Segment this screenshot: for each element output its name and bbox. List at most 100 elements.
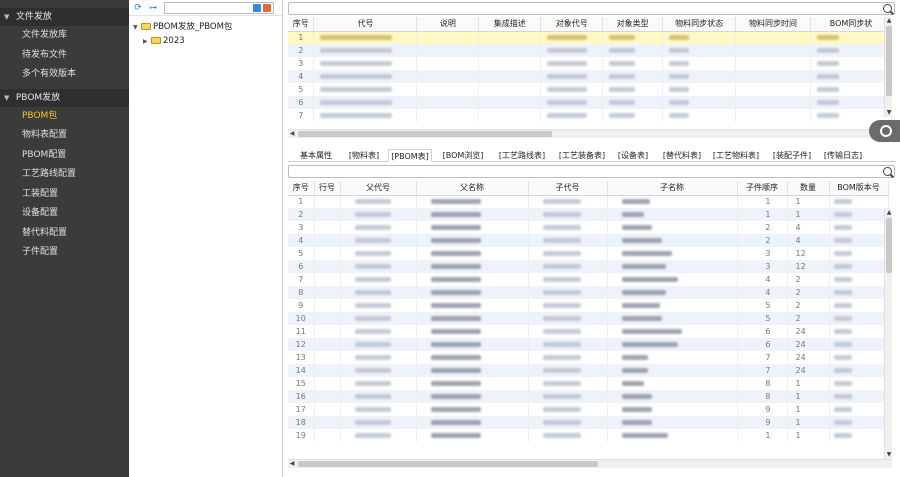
table-cell[interactable]	[607, 429, 738, 442]
child-sequence-cell[interactable]: 3	[737, 260, 788, 273]
bom-version-cell[interactable]	[829, 403, 889, 416]
table-cell[interactable]	[662, 70, 737, 83]
bom-version-cell[interactable]	[829, 312, 889, 325]
quantity-cell[interactable]: 1	[787, 377, 830, 390]
table-row[interactable]: 14 7 24	[288, 364, 889, 377]
nav-group-file-release[interactable]: ▼ 文件发放	[0, 8, 129, 26]
child-sequence-cell[interactable]: 1	[737, 208, 788, 221]
column-header[interactable]: BOM版本号	[829, 181, 889, 196]
nav-item-pending-files[interactable]: 待发布文件	[0, 46, 129, 66]
table-cell[interactable]	[340, 325, 417, 338]
line-number-cell[interactable]	[314, 195, 341, 208]
line-number-cell[interactable]	[314, 260, 341, 273]
table-cell[interactable]	[340, 338, 417, 351]
table-cell[interactable]	[528, 195, 608, 208]
table-cell[interactable]	[478, 57, 542, 70]
column-header[interactable]: BOM同步状	[810, 17, 892, 32]
chevron-down-icon[interactable]: ▼	[133, 22, 141, 34]
bom-version-cell[interactable]	[829, 208, 889, 221]
table-cell[interactable]	[528, 299, 608, 312]
bom-version-cell[interactable]	[829, 325, 889, 338]
child-sequence-cell[interactable]: 4	[737, 273, 788, 286]
table-cell[interactable]	[607, 390, 738, 403]
nav-item-child-config[interactable]: 子件配置	[0, 243, 129, 263]
column-header[interactable]: 物料同步状态	[662, 17, 737, 32]
table-cell[interactable]	[607, 208, 738, 221]
nav-item-material-config[interactable]: 物料表配置	[0, 126, 129, 146]
table-cell[interactable]	[416, 221, 529, 234]
scroll-thumb[interactable]	[886, 218, 892, 273]
table-cell[interactable]	[607, 247, 738, 260]
column-header[interactable]: 序号	[288, 181, 315, 196]
table-cell[interactable]	[416, 260, 529, 273]
tab-2[interactable]: [PBOM表]	[388, 149, 432, 162]
table-cell[interactable]	[540, 31, 604, 44]
tab-7[interactable]: [替代料表]	[660, 149, 704, 162]
table-cell[interactable]	[340, 286, 417, 299]
refresh-icon[interactable]: ⟳	[133, 3, 143, 13]
table-cell[interactable]	[478, 31, 542, 44]
nav-item-file-release-library[interactable]: 文件发放库	[0, 26, 129, 46]
table-cell[interactable]	[416, 429, 529, 442]
table-row[interactable]: 18 9 1	[288, 416, 889, 429]
table-cell[interactable]	[607, 234, 738, 247]
quantity-cell[interactable]: 1	[787, 416, 830, 429]
child-sequence-cell[interactable]: 8	[737, 377, 788, 390]
table-cell[interactable]	[416, 83, 480, 96]
table-cell[interactable]	[528, 377, 608, 390]
bottom-horizontal-scrollbar[interactable]: ◀	[288, 459, 892, 468]
table-cell[interactable]	[313, 109, 418, 122]
table-cell[interactable]	[340, 403, 417, 416]
child-sequence-cell[interactable]: 2	[737, 221, 788, 234]
column-header[interactable]: 父代号	[340, 181, 417, 196]
table-cell[interactable]	[416, 364, 529, 377]
table-row[interactable]: 9 52	[288, 299, 889, 312]
table-cell[interactable]	[735, 109, 811, 122]
column-header[interactable]: 对象代号	[540, 17, 604, 32]
table-row[interactable]: 6 3 12	[288, 260, 889, 273]
table-row[interactable]: 7	[288, 109, 892, 122]
tab-4[interactable]: [工艺路线表]	[496, 149, 548, 162]
table-cell[interactable]	[528, 247, 608, 260]
table-cell[interactable]	[478, 96, 542, 109]
table-cell[interactable]	[607, 351, 738, 364]
child-sequence-cell[interactable]: 5	[737, 312, 788, 325]
table-cell[interactable]	[735, 96, 811, 109]
table-row[interactable]: 3	[288, 57, 892, 70]
line-number-cell[interactable]	[314, 247, 341, 260]
table-row[interactable]: 2	[288, 44, 892, 57]
bom-version-cell[interactable]	[829, 351, 889, 364]
column-header[interactable]: 行号	[314, 181, 341, 196]
quantity-cell[interactable]: 1	[787, 390, 830, 403]
table-cell[interactable]	[540, 44, 604, 57]
quantity-cell[interactable]: 24	[787, 338, 830, 351]
tab-0[interactable]: 基本属性	[296, 149, 336, 162]
bom-version-cell[interactable]	[829, 429, 889, 442]
table-cell[interactable]	[607, 273, 738, 286]
table-cell[interactable]	[528, 364, 608, 377]
table-cell[interactable]	[540, 83, 604, 96]
table-cell[interactable]	[810, 44, 892, 57]
table-cell[interactable]	[735, 70, 811, 83]
table-row[interactable]: 3 24	[288, 221, 889, 234]
column-header[interactable]: 父名称	[416, 181, 529, 196]
table-cell[interactable]	[528, 351, 608, 364]
column-header[interactable]: 数量	[787, 181, 830, 196]
line-number-cell[interactable]	[314, 208, 341, 221]
table-cell[interactable]	[528, 403, 608, 416]
chevron-right-icon[interactable]: ▶	[143, 36, 151, 48]
line-number-cell[interactable]	[314, 299, 341, 312]
quantity-cell[interactable]: 12	[787, 247, 830, 260]
table-cell[interactable]	[478, 70, 542, 83]
table-row[interactable]: 8 42	[288, 286, 889, 299]
child-sequence-cell[interactable]: 2	[737, 234, 788, 247]
clear-icon[interactable]	[263, 4, 271, 12]
child-sequence-cell[interactable]: 7	[737, 351, 788, 364]
table-cell[interactable]	[340, 377, 417, 390]
table-cell[interactable]	[416, 96, 480, 109]
table-cell[interactable]	[528, 338, 608, 351]
quantity-cell[interactable]: 1	[787, 403, 830, 416]
table-cell[interactable]	[602, 83, 664, 96]
table-cell[interactable]	[340, 247, 417, 260]
scroll-thumb[interactable]	[886, 26, 892, 96]
